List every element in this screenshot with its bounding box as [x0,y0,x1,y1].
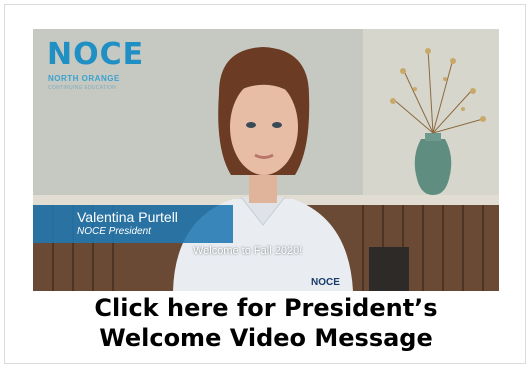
shirt-logo-text: NOCE [311,277,340,288]
link-line-1: Click here for President’s [94,294,438,322]
noce-logo: NOCE [47,37,145,72]
video-card: NOCE NORTH ORANGE CONTINUING EDUCATION V… [4,4,526,364]
link-line-2: Welcome Video Message [99,324,433,352]
noce-logo-subtitle: NORTH ORANGE [48,74,120,83]
president-welcome-video-thumbnail[interactable]: NOCE NORTH ORANGE CONTINUING EDUCATION V… [33,29,499,291]
noce-logo-tagline: CONTINUING EDUCATION [48,85,117,91]
speaker-name: Valentina Purtell [77,209,178,225]
president-welcome-video-link[interactable]: Click here for President’s Welcome Video… [33,293,499,353]
video-caption: Welcome to Fall 2020! [193,245,303,257]
speaker-title: NOCE President [77,226,151,237]
